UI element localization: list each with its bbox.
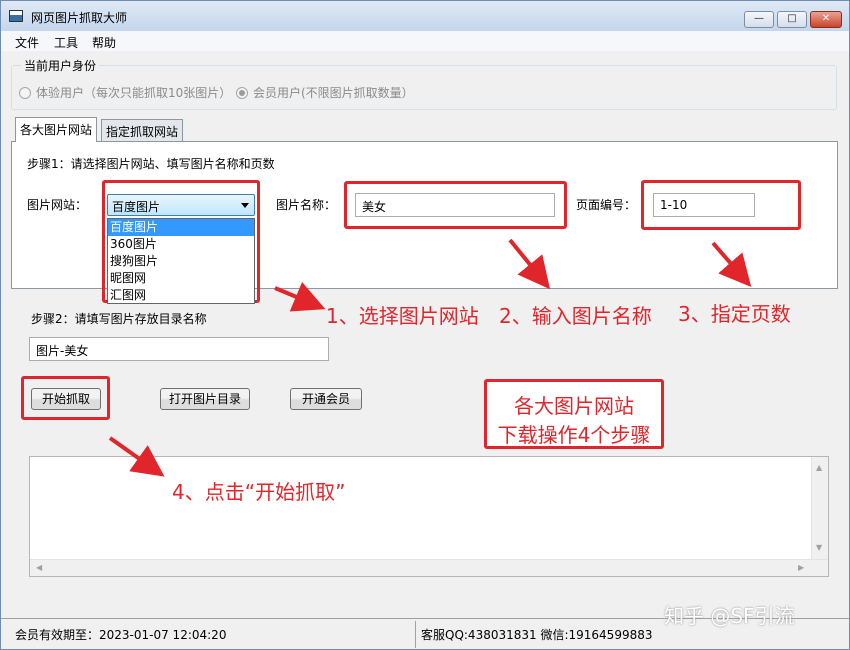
page-label: 页面编号：	[576, 198, 637, 212]
trial-user-label: 体验用户（每次只能抓取10张图片）	[36, 86, 232, 100]
member-user-label: 会员用户(不限图片抓取数量）	[253, 86, 414, 100]
step2-title: 步骤2：请填写图片存放目录名称	[31, 312, 207, 326]
dropdown-option-baidu[interactable]: 百度图片	[108, 219, 254, 236]
annotation-step3: 3、指定页数	[678, 302, 791, 326]
summary-line1: 各大图片网站	[514, 394, 634, 418]
menu-file[interactable]: 文件	[15, 34, 39, 51]
status-divider	[415, 621, 416, 648]
open-image-dir-button[interactable]: 打开图片目录	[160, 388, 250, 410]
radio-circle-selected	[236, 86, 248, 99]
dropdown-option-huitu[interactable]: 汇图网	[108, 287, 254, 304]
scroll-left-icon[interactable]: ◀	[36, 563, 42, 572]
horizontal-scrollbar[interactable]: ◀ ▶	[30, 559, 828, 576]
dropdown-option-nipic[interactable]: 昵图网	[108, 270, 254, 287]
site-combobox[interactable]: 百度图片	[107, 194, 255, 216]
page-number-input[interactable]: 1-10	[653, 193, 755, 217]
site-combobox-value: 百度图片	[112, 200, 161, 214]
directory-input[interactable]: 图片-美女	[29, 337, 329, 361]
radio-circle	[19, 86, 31, 99]
step1-title: 步骤1：请选择图片网站、填写图片名称和页数	[27, 157, 275, 171]
open-vip-button[interactable]: 开通会员	[290, 388, 362, 410]
menu-bar: 文件 工具 帮助	[1, 31, 849, 51]
annotation-summary-box: 各大图片网站 下载操作4个步骤	[484, 379, 664, 449]
output-log[interactable]: ▲ ▼ ◀ ▶	[29, 456, 829, 577]
watermark: 知乎 @SF引流	[664, 604, 795, 628]
chevron-down-icon[interactable]	[241, 203, 249, 208]
menu-tools[interactable]: 工具	[54, 34, 78, 51]
vertical-scrollbar[interactable]: ▲ ▼	[811, 457, 828, 560]
membership-expiry: 会员有效期至：2023-01-07 12:04:20	[15, 628, 227, 642]
scroll-down-icon[interactable]: ▼	[816, 543, 822, 552]
title-bar[interactable]: 网页图片抓取大师 — □ ✕	[1, 1, 849, 31]
tab-specified-site[interactable]: 指定抓取网站	[101, 119, 184, 141]
name-label: 图片名称：	[276, 198, 337, 212]
annotation-step1: 1、选择图片网站	[326, 304, 479, 328]
support-contact: 客服QQ:438031831 微信:19164599883	[421, 628, 653, 642]
window-title: 网页图片抓取大师	[31, 11, 128, 25]
annotation-step4: 4、点击“开始抓取”	[172, 480, 346, 504]
tab-major-sites[interactable]: 各大图片网站	[15, 117, 98, 142]
site-label: 图片网站：	[27, 198, 88, 212]
dropdown-option-sogou[interactable]: 搜狗图片	[108, 253, 254, 270]
member-user-radio[interactable]: 会员用户(不限图片抓取数量）	[236, 84, 414, 101]
annotation-box-start	[21, 376, 110, 420]
menu-help[interactable]: 帮助	[92, 34, 116, 51]
image-name-input[interactable]: 美女	[355, 193, 555, 217]
maximize-button[interactable]: □	[777, 11, 807, 28]
scroll-right-icon[interactable]: ▶	[798, 563, 804, 572]
minimize-button[interactable]: —	[744, 11, 774, 28]
close-button[interactable]: ✕	[810, 11, 842, 28]
trial-user-radio[interactable]: 体验用户（每次只能抓取10张图片）	[19, 84, 231, 101]
scroll-up-icon[interactable]: ▲	[816, 463, 822, 472]
identity-group-title: 当前用户身份	[21, 57, 100, 74]
dropdown-option-360[interactable]: 360图片	[108, 236, 254, 253]
summary-line2: 下载操作4个步骤	[497, 423, 651, 447]
site-dropdown-list: 百度图片 360图片 搜狗图片 昵图网 汇图网	[107, 218, 255, 304]
annotation-step2: 2、输入图片名称	[499, 304, 652, 328]
app-window-icon	[9, 10, 23, 22]
